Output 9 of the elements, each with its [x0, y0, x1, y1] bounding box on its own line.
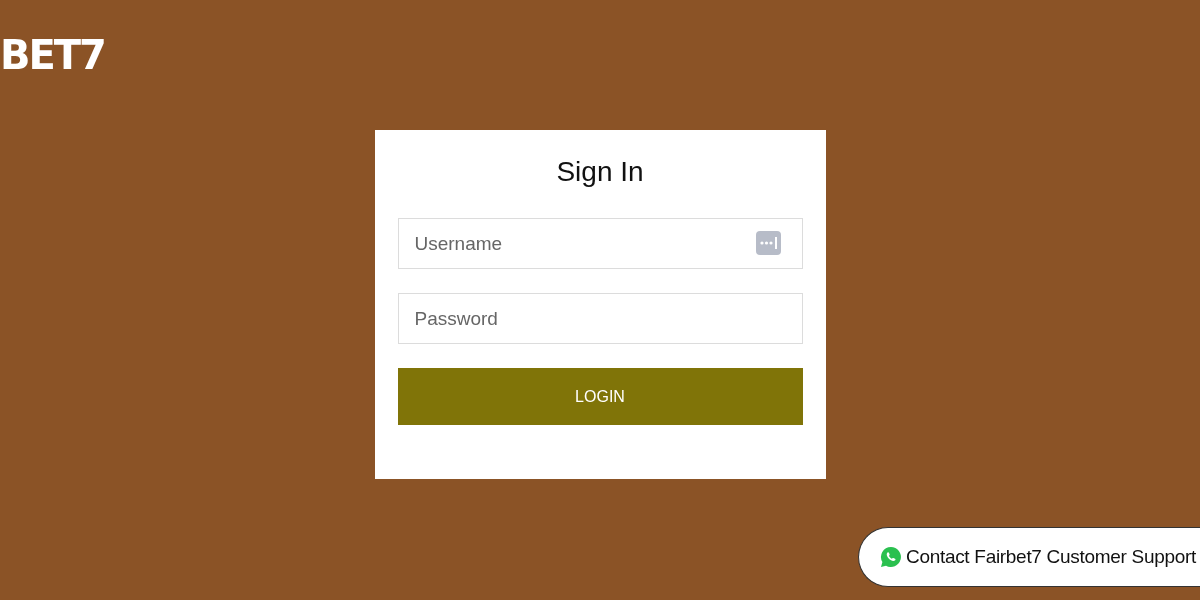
username-field[interactable]: Username [397, 218, 803, 269]
support-label: Contact Fairbet7 Customer Support [905, 546, 1196, 568]
logo: BET7 [0, 33, 105, 77]
login-button[interactable]: LOGIN [397, 368, 803, 425]
support-button[interactable]: Contact Fairbet7 Customer Support [857, 527, 1200, 587]
form-title: Sign In [556, 155, 644, 189]
password-field[interactable]: Password [397, 293, 803, 344]
autofill-icon[interactable] [755, 231, 781, 255]
chat-phone-icon [879, 546, 902, 568]
